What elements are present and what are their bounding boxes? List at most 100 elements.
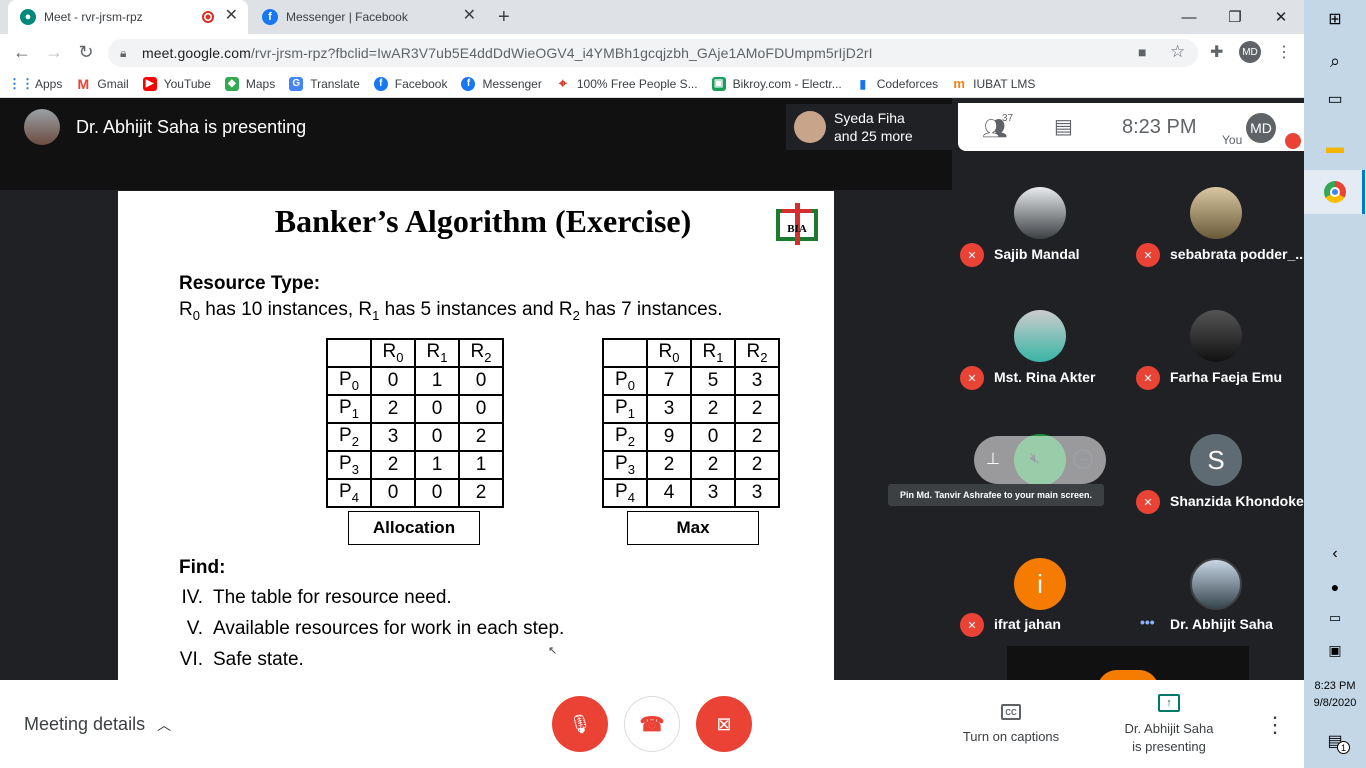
bookmark-label: 100% Free People S...: [576, 76, 698, 91]
camera-toggle-button[interactable]: ⊠: [696, 696, 752, 752]
column-header: R2: [734, 338, 780, 368]
row-header: P3: [326, 450, 372, 480]
table-cell: 3: [370, 422, 416, 452]
bookmark-bikroy[interactable]: ▣ Bikroy.com - Electr...: [711, 76, 842, 91]
close-window-button[interactable]: ✕: [1258, 0, 1304, 34]
microphone-icon[interactable]: ●: [1320, 572, 1350, 602]
captions-button[interactable]: Turn on captions: [954, 729, 1068, 744]
present-label-line2: is presenting: [1132, 739, 1206, 754]
target-icon: ⌖: [558, 75, 567, 91]
table-cell: 0: [458, 366, 504, 396]
minimize-button[interactable]: —: [1166, 0, 1212, 34]
chrome-icon[interactable]: [1320, 177, 1350, 207]
pin-icon[interactable]: ⊥: [986, 449, 1000, 469]
avatar: [1014, 187, 1066, 239]
bookmark-translate[interactable]: G Translate: [289, 76, 360, 91]
tab-messenger[interactable]: f Messenger | Facebook ✕: [250, 0, 486, 34]
bookmark-label: Codeforces: [876, 76, 939, 91]
captions-icon[interactable]: CC: [1001, 704, 1021, 720]
menu-icon[interactable]: ⋮: [1276, 42, 1292, 62]
youtube-icon: ▶: [142, 76, 157, 91]
bookmark-star-icon[interactable]: ☆: [1170, 42, 1185, 62]
avatar: [1190, 310, 1242, 362]
table-cell: 3: [690, 478, 736, 508]
bookmark-iubat[interactable]: m IUBAT LMS: [952, 76, 1035, 91]
table-row: P2 9 0 2: [602, 422, 780, 452]
mic-off-icon: ✕: [1136, 490, 1160, 514]
avatar: i: [1014, 558, 1066, 610]
bookmark-maps[interactable]: ◆ Maps: [224, 76, 275, 91]
others-tile[interactable]: Syeda Fiha and 25 more: [786, 104, 956, 150]
bookmark-facebook[interactable]: f Facebook: [373, 76, 447, 91]
bookmark-label: Translate: [310, 76, 360, 91]
column-header: R1: [414, 338, 460, 368]
presenter-avatar: [24, 109, 60, 145]
bookmarks-bar: ⋮⋮ Apps M Gmail ▶ YouTube ◆ Maps G Translate …: [0, 70, 1304, 98]
profile-avatar[interactable]: MD: [1239, 41, 1261, 63]
chevron-left-icon[interactable]: ‹: [1320, 539, 1350, 569]
table-cell: 1: [458, 450, 504, 480]
tab-title: Meet - rvr-jrsm-rpz: [44, 10, 143, 24]
more-options-icon[interactable]: ⋮: [1264, 712, 1286, 738]
search-icon[interactable]: ⌕: [1320, 46, 1350, 76]
allocation-label: Allocation: [348, 511, 480, 545]
present-screen-icon[interactable]: ↑: [1158, 694, 1180, 712]
table-cell: 9: [646, 422, 692, 452]
close-tab-icon[interactable]: ✕: [463, 8, 476, 24]
gmail-icon: M: [77, 75, 90, 92]
text-part: has 10 instances, R: [199, 299, 373, 320]
people-count: 37: [1002, 113, 1014, 124]
presenting-button[interactable]: Dr. Abhijit Saha is presenting: [1106, 720, 1232, 756]
row-header: P0: [326, 366, 372, 396]
file-explorer-icon[interactable]: ▬: [1320, 132, 1350, 162]
remove-icon[interactable]: −: [1073, 449, 1093, 469]
leave-call-button[interactable]: ☎︎: [624, 696, 680, 752]
bookmark-messenger[interactable]: f Messenger: [461, 76, 542, 91]
windows-start-icon[interactable]: ⊞: [1320, 4, 1350, 34]
row-header: P4: [326, 478, 372, 508]
taskbar-time[interactable]: 8:23 PM: [1308, 680, 1362, 692]
table-cell: 2: [458, 478, 504, 508]
subscript: 2: [572, 307, 580, 323]
forward-button[interactable]: →: [42, 40, 66, 64]
maximize-button[interactable]: ❐: [1212, 0, 1258, 34]
reload-button[interactable]: ↻: [74, 40, 98, 64]
meet-favicon-icon: ●: [20, 9, 36, 25]
bookmark-apps[interactable]: ⋮⋮ Apps: [8, 76, 62, 91]
close-tab-icon[interactable]: ✕: [225, 8, 238, 24]
resource-description: R0 has 10 instances, R1 has 5 instances …: [179, 299, 722, 323]
camera-off-icon: ⊠: [716, 713, 732, 734]
taskbar-date[interactable]: 9/8/2020: [1308, 697, 1362, 709]
mic-toggle-button[interactable]: 🎙︎: [552, 696, 608, 752]
extensions-icon[interactable]: ✚: [1210, 42, 1223, 62]
allocation-table: R0 R1 R2 P0 0 1 0 P1 2 0 0 P2 3 0 2 P3 2 1 1 P4 0 0 2: [326, 338, 504, 508]
meeting-details-button[interactable]: Meeting details ︿: [24, 714, 171, 735]
tab-meet[interactable]: ● Meet - rvr-jrsm-rpz ✕: [8, 0, 248, 34]
chat-icon[interactable]: ▤: [1054, 114, 1073, 139]
recording-icon: [202, 11, 214, 23]
active-indicator: [1362, 170, 1365, 214]
resource-type-label: Resource Type:: [179, 273, 321, 294]
facebook-icon: f: [461, 76, 476, 91]
new-tab-button[interactable]: +: [498, 6, 510, 29]
lock-icon: 🔒︎: [120, 46, 127, 60]
mic-off-icon: [1285, 133, 1301, 149]
table-cell: 2: [734, 394, 780, 424]
bookmark-freepeople[interactable]: ⌖ 100% Free People S...: [556, 75, 698, 91]
task-view-icon[interactable]: ▭: [1320, 84, 1350, 114]
table-cell: 7: [646, 366, 692, 396]
address-bar[interactable]: 🔒︎ meet.google.com/rvr-jrsm-rpz?fbclid=I…: [108, 39, 1198, 67]
network-icon[interactable]: ▣: [1320, 635, 1350, 665]
participant-name: Mst. Rina Akter: [994, 369, 1096, 385]
table-cell: 2: [734, 450, 780, 480]
mute-participant-icon[interactable]: 🔇︎: [1030, 450, 1039, 467]
question-number: IV.: [181, 587, 204, 608]
back-button[interactable]: ←: [10, 40, 34, 64]
camera-icon[interactable]: ■: [1138, 44, 1146, 60]
bookmark-gmail[interactable]: M Gmail: [76, 75, 129, 92]
you-label: You: [1222, 133, 1243, 147]
bookmark-codeforces[interactable]: ▮ Codeforces: [856, 77, 938, 91]
participant-name: Farha Faeja Emu: [1170, 369, 1283, 385]
bookmark-youtube[interactable]: ▶ YouTube: [142, 76, 211, 91]
battery-icon[interactable]: ▭: [1320, 603, 1350, 633]
